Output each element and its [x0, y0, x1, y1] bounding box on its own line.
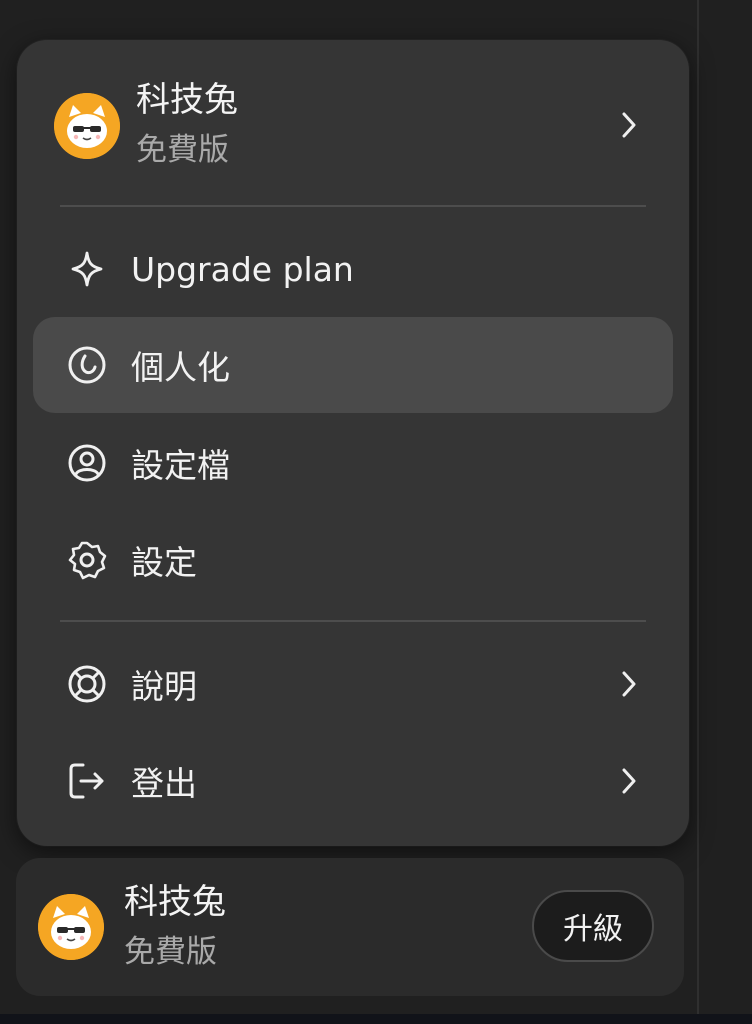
cat-avatar-icon: [54, 93, 120, 159]
footer-name: 科技兔: [124, 882, 226, 922]
menu-item-label: 登出: [131, 764, 197, 803]
menu-separator: [60, 205, 646, 207]
cat-avatar-icon: [38, 894, 104, 960]
menu-item-label: 說明: [131, 667, 197, 706]
sparkle-icon: [65, 247, 109, 291]
account-menu: 科技兔 免費版 Upgrade plan 個人化 設定檔 設定 說明 登出: [17, 40, 689, 846]
menu-item-label: Upgrade plan: [131, 249, 354, 289]
app-window: 科技兔 免費版 Upgrade plan 個人化 設定檔 設定 說明 登出 科技…: [0, 0, 752, 1024]
menu-item-label: 個人化: [131, 348, 230, 387]
gear-icon: [65, 538, 109, 582]
chevron-right-icon: [619, 669, 639, 699]
profile-plan: 免費版: [136, 132, 229, 168]
menu-item-label: 設定檔: [131, 446, 230, 485]
chevron-right-icon: [619, 766, 639, 796]
menu-item-profile[interactable]: 設定檔: [33, 415, 673, 511]
upgrade-button[interactable]: 升級: [532, 890, 654, 962]
personalize-icon: [65, 343, 109, 387]
logout-icon: [65, 759, 109, 803]
menu-item-label: 設定: [131, 543, 197, 582]
user-circle-icon: [65, 441, 109, 485]
menu-item-help[interactable]: 說明: [33, 636, 673, 732]
lifebuoy-icon: [65, 662, 109, 706]
bottom-edge: [0, 1014, 752, 1024]
account-footer[interactable]: 科技兔 免費版 升級: [16, 858, 684, 996]
profile-name: 科技兔: [136, 80, 238, 120]
menu-item-settings[interactable]: 設定: [33, 512, 673, 608]
chevron-right-icon: [619, 110, 639, 140]
panel-divider: [697, 0, 699, 1024]
menu-item-personalize[interactable]: 個人化: [33, 317, 673, 413]
menu-item-upgrade-plan[interactable]: Upgrade plan: [33, 221, 673, 317]
footer-plan: 免費版: [124, 934, 217, 970]
profile-header[interactable]: 科技兔 免費版: [17, 40, 689, 208]
menu-separator: [60, 620, 646, 622]
menu-item-logout[interactable]: 登出: [33, 733, 673, 829]
